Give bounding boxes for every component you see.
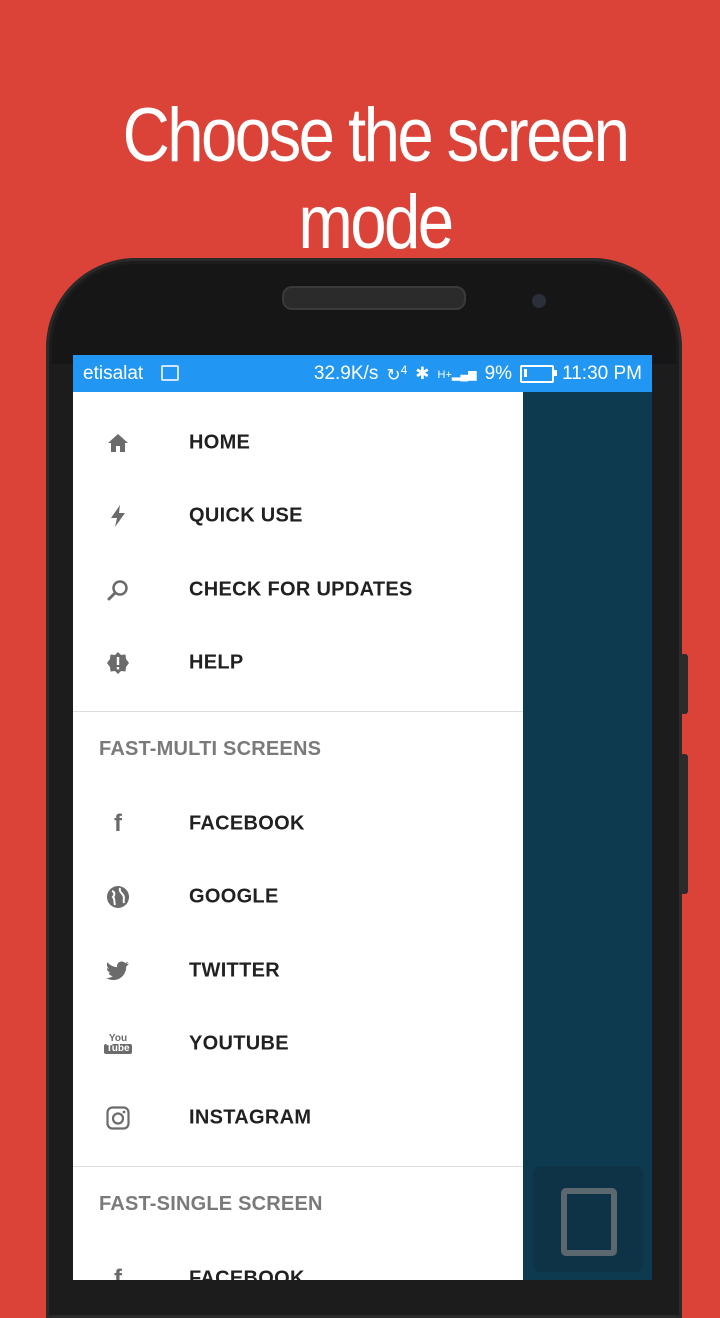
carrier-name: etisalat — [83, 363, 144, 384]
front-camera — [532, 294, 546, 308]
phone-screen: etisalat 32.9K/s ↻4 ✱ H+▂▄▆ 9% 11:30 PM … — [73, 355, 652, 1280]
facebook-icon: f — [114, 1264, 122, 1281]
bolt-icon — [105, 503, 131, 529]
menu-divider — [73, 711, 523, 712]
network-type: H+ — [437, 368, 452, 381]
clock: 11:30 PM — [562, 363, 642, 385]
menu-item-multi-youtube[interactable]: You Tube YOUTUBE — [73, 1007, 523, 1080]
promo-headline: Choose the screen mode — [122, 93, 630, 265]
home-icon — [105, 430, 131, 456]
sync-count: 4 — [400, 363, 408, 377]
menu-item-label: HOME — [189, 431, 251, 453]
status-bar: etisalat 32.9K/s ↻4 ✱ H+▂▄▆ 9% 11:30 PM — [73, 355, 652, 392]
menu-item-single-facebook[interactable]: f FACEBOOK — [73, 1242, 523, 1281]
menu-item-multi-google[interactable]: GOOGLE — [73, 860, 523, 933]
menu-item-label: GOOGLE — [189, 885, 279, 907]
battery-percent: 9% — [484, 363, 513, 385]
search-icon — [105, 577, 131, 603]
menu-item-multi-instagram[interactable]: INSTAGRAM — [73, 1081, 523, 1154]
menu-item-multi-twitter[interactable]: TWITTER — [73, 934, 523, 1007]
bluetooth-icon: ✱ — [415, 364, 430, 384]
help-badge-icon — [105, 650, 131, 676]
section-header-single: FAST-SINGLE SCREEN — [99, 1193, 323, 1215]
sync-icon: ↻4 — [386, 363, 408, 385]
status-right-group: 32.9K/s ↻4 ✱ H+▂▄▆ 9% 11:30 PM — [314, 363, 642, 386]
earpiece-speaker — [282, 286, 466, 310]
globe-icon — [105, 884, 131, 910]
menu-item-home[interactable]: HOME — [73, 406, 523, 479]
screen-mode-button[interactable] — [533, 1166, 643, 1272]
twitter-icon — [105, 958, 131, 984]
menu-item-label: YOUTUBE — [189, 1032, 289, 1054]
menu-item-label: QUICK USE — [189, 504, 303, 526]
side-button-volume — [680, 754, 688, 894]
section-header-multi: FAST-MULTI SCREENS — [99, 738, 322, 760]
menu-item-quick-use[interactable]: QUICK USE — [73, 479, 523, 552]
side-button-power — [680, 654, 688, 714]
image-notification-icon — [161, 365, 179, 381]
menu-item-label: HELP — [189, 651, 244, 673]
menu-item-multi-facebook[interactable]: f FACEBOOK — [73, 787, 523, 860]
single-screen-icon — [561, 1188, 617, 1256]
instagram-icon — [105, 1105, 131, 1131]
net-speed: 32.9K/s — [313, 363, 379, 385]
battery-icon — [520, 365, 558, 384]
menu-item-check-updates[interactable]: CHECK FOR UPDATES — [73, 553, 523, 626]
youtube-icon: You Tube — [104, 1032, 132, 1054]
menu-item-label: INSTAGRAM — [189, 1106, 312, 1128]
menu-item-label: FACEBOOK — [189, 1267, 305, 1280]
menu-item-label: FACEBOOK — [189, 812, 305, 834]
menu-item-label: TWITTER — [189, 959, 280, 981]
facebook-icon: f — [114, 809, 122, 837]
menu-item-label: CHECK FOR UPDATES — [189, 578, 413, 600]
navigation-drawer: HOME QUICK USE CHECK FOR UPDATES HELP FA… — [73, 392, 523, 1280]
signal-icon: H+▂▄▆ — [437, 368, 477, 381]
phone-top-bezel — [52, 264, 676, 364]
menu-divider — [73, 1166, 523, 1167]
menu-item-help[interactable]: HELP — [73, 626, 523, 699]
